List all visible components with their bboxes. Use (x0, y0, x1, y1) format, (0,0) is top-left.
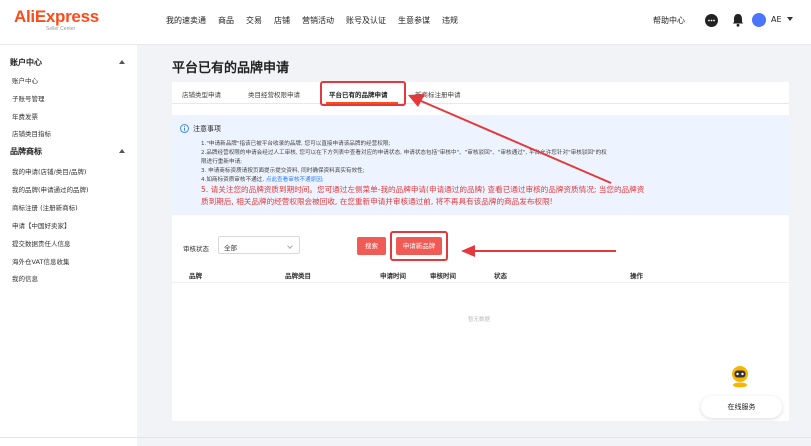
tab-highlight-box (320, 81, 406, 106)
language-selector[interactable]: AE (771, 15, 782, 24)
notice-line-3: 3. 申请商标资质请按页面提示提交资料, 同时确保资料真实有效性; (201, 168, 365, 174)
sidebar-item-my-brands[interactable]: 我的品牌(申请通过的品牌) (12, 184, 89, 194)
sidebar-group-account[interactable]: 账户中心 (10, 57, 42, 68)
nav-orders[interactable]: 交易 (246, 15, 262, 26)
button-highlight-box (390, 231, 448, 261)
search-button[interactable]: 搜索 (357, 237, 386, 255)
main-content: 平台已有的品牌申请 店铺类型申请 类目经营权限申请 平台已有的品牌申请 新商标注… (137, 45, 811, 446)
nav-violations[interactable]: 违规 (442, 15, 458, 26)
notice-line-2: 2.品牌经营权限的申请会经过人工审核, 您可以在下方列表中查看对应的申请状态, … (201, 150, 607, 156)
info-icon (180, 124, 189, 133)
chevron-up-icon[interactable] (119, 60, 125, 64)
sidebar-item-good-seller[interactable]: 申请【中国好卖家】 (12, 220, 71, 230)
notice-line-1: 1."申请新品牌"指该已被平台收录的品牌, 您可以直接申请该品牌的经营权限; (201, 141, 391, 147)
sidebar-item-sub-accounts[interactable]: 子账号管理 (12, 93, 45, 103)
content-card: 店铺类型申请 类目经营权限申请 平台已有的品牌申请 新商标注册申请 注意事项 1… (172, 81, 789, 421)
main-nav: 我的速卖通 商品 交易 店铺 营销活动 账号及认证 生意参谋 违规 (166, 15, 470, 26)
status-select-value: 全部 (224, 244, 237, 252)
status-select[interactable]: 全部 (218, 236, 300, 254)
page-title: 平台已有的品牌申请 (172, 61, 290, 76)
col-actions: 操作 (630, 272, 643, 280)
chevron-up-icon[interactable] (119, 149, 125, 153)
aliexpress-logo[interactable]: AliExpress Seller Center (14, 7, 99, 33)
nav-marketing[interactable]: 营销活动 (302, 15, 334, 26)
col-apply-time: 申请时间 (380, 272, 406, 280)
online-service-button[interactable]: 在线服务 (701, 396, 782, 418)
sidebar-item-account-center[interactable]: 账户中心 (12, 75, 38, 85)
nav-store[interactable]: 店铺 (274, 15, 290, 26)
col-brand-category: 品牌类目 (285, 272, 311, 280)
tab-bar: 店铺类型申请 类目经营权限申请 平台已有的品牌申请 新商标注册申请 (172, 82, 789, 104)
notice-warning-2: 质到期后, 相关品牌的经营权限会被回收, 在您重新申请并审核通过前, 将不再具有… (201, 197, 553, 206)
top-bar: AliExpress Seller Center 我的速卖通 商品 交易 店铺 … (0, 0, 811, 45)
robot-assistant-icon[interactable] (730, 364, 750, 388)
chevron-down-icon (287, 243, 293, 249)
col-status: 状态 (494, 272, 507, 280)
tab-category-permission[interactable]: 类目经营权限申请 (248, 89, 300, 99)
nav-my-aliexpress[interactable]: 我的速卖通 (166, 15, 206, 26)
help-center-link[interactable]: 帮助中心 (653, 15, 685, 26)
table-header: 品牌 品牌类目 申请时间 审核时间 状态 操作 (172, 265, 789, 283)
nav-analytics[interactable]: 生意参谋 (398, 15, 430, 26)
chevron-down-icon[interactable] (787, 17, 793, 21)
bell-icon[interactable] (732, 13, 744, 27)
avatar[interactable] (752, 13, 766, 27)
col-review-time: 审核时间 (430, 272, 456, 280)
col-brand: 品牌 (189, 272, 202, 280)
rejection-reason-link[interactable]: 点此查看审核不通原因; (266, 177, 324, 183)
notice-line-4: 4.如商标资质审核不通过, 点此查看审核不通原因; (201, 175, 324, 183)
nav-products[interactable]: 商品 (218, 15, 234, 26)
filter-label: 审核状态 (183, 245, 209, 253)
bottom-divider (0, 437, 811, 438)
sidebar-item-vat-info[interactable]: 海外仓VAT信息收集 (12, 256, 69, 266)
sidebar-item-my-info[interactable]: 我的信息 (12, 273, 38, 283)
tab-new-trademark[interactable]: 新商标注册申请 (415, 89, 461, 99)
nav-account[interactable]: 账号及认证 (346, 15, 386, 26)
logo-subtext: Seller Center (46, 26, 76, 32)
notice-line-2b: 限进行重新申请; (201, 159, 243, 165)
logo-text: AliExpress (14, 7, 99, 26)
notice-warning-1: 5. 请关注您的品牌资质到期时间。您可通过左侧菜单-我的品牌申请(申请通过的品牌… (201, 185, 645, 194)
notice-box: 注意事项 1."申请新品牌"指该已被平台收录的品牌, 您可以直接申请该品牌的经营… (172, 115, 789, 215)
tab-store-type[interactable]: 店铺类型申请 (182, 89, 221, 99)
sidebar-item-my-applications[interactable]: 我的申请(店铺/类目/品牌) (12, 166, 86, 176)
sidebar-item-data-owner[interactable]: 提交数据责任人信息 (12, 238, 71, 248)
empty-state: 暂无数据 (468, 317, 491, 323)
sidebar: 账户中心 账户中心 子账号管理 年费发票 店铺类目指标 品牌商标 我的申请(店铺… (0, 45, 137, 446)
sidebar-item-trademark-registration[interactable]: 商标注册 (注册新商标) (12, 202, 78, 212)
notice-title: 注意事项 (193, 125, 221, 133)
sidebar-group-brand[interactable]: 品牌商标 (10, 146, 42, 157)
notice-line-4-text: 4.如商标资质审核不通过, (201, 177, 266, 183)
chat-icon[interactable] (705, 14, 718, 27)
sidebar-item-category-metrics[interactable]: 店铺类目指标 (12, 128, 51, 138)
sidebar-item-invoices[interactable]: 年费发票 (12, 111, 38, 121)
